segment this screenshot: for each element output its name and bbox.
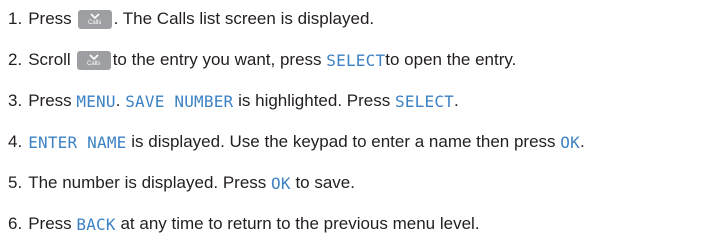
- instruction-steps: 1. Press Calls . The Calls list screen i…: [0, 0, 706, 248]
- step-3: 3. Press MENU. SAVE NUMBER is highlighte…: [8, 86, 459, 116]
- keyword-select: SELECT: [326, 50, 386, 70]
- step-number: 1.: [8, 9, 23, 28]
- step-4: 4. ENTER NAME is displayed. Use the keyp…: [8, 127, 585, 157]
- step-text: is displayed. Use the keypad to enter a …: [131, 132, 556, 151]
- keyword-ok: OK: [560, 132, 580, 152]
- step-number: 3.: [8, 91, 23, 110]
- keyword-enter-name: ENTER NAME: [28, 132, 127, 152]
- keyword-back: BACK: [76, 214, 116, 234]
- step-text: to the entry you want, press: [112, 50, 322, 69]
- step-5: 5. The number is displayed. Press OK to …: [8, 168, 355, 198]
- keyword-save-number: SAVE NUMBER: [125, 91, 234, 111]
- calls-key-button: Calls: [76, 50, 111, 70]
- keyword-ok: OK: [271, 173, 291, 193]
- calls-key-label: Calls: [87, 60, 101, 67]
- chevron-down-icon: [90, 12, 100, 19]
- step-text: Press: [28, 214, 72, 233]
- step-text: . The Calls list screen is displayed.: [113, 9, 375, 28]
- step-text: Press: [28, 91, 72, 110]
- calls-key-button: Calls: [77, 9, 112, 29]
- step-1: 1. Press Calls . The Calls list screen i…: [8, 4, 374, 34]
- step-text: to open the entry.: [385, 50, 517, 69]
- step-text: is highlighted. Press: [238, 91, 391, 110]
- step-text: Press: [28, 9, 72, 28]
- step-text: to save.: [295, 173, 355, 192]
- step-text: .: [453, 91, 459, 110]
- step-6: 6. Press BACK at any time to return to t…: [8, 209, 480, 239]
- step-text: at any time to return to the previous me…: [120, 214, 480, 233]
- keyword-select: SELECT: [394, 91, 454, 111]
- calls-key-label: Calls: [87, 19, 102, 26]
- step-number: 5.: [8, 173, 23, 192]
- step-text: .: [579, 132, 585, 151]
- step-number: 6.: [8, 214, 23, 233]
- step-text: .: [115, 91, 121, 110]
- step-number: 2.: [8, 50, 23, 69]
- keyword-menu: MENU: [76, 91, 116, 111]
- step-text: Scroll: [28, 50, 71, 69]
- step-number: 4.: [8, 132, 23, 151]
- chevron-down-icon: [89, 53, 99, 60]
- step-text: The number is displayed. Press: [28, 173, 267, 192]
- step-2: 2. Scroll Calls to the entry you want, p…: [8, 45, 516, 75]
